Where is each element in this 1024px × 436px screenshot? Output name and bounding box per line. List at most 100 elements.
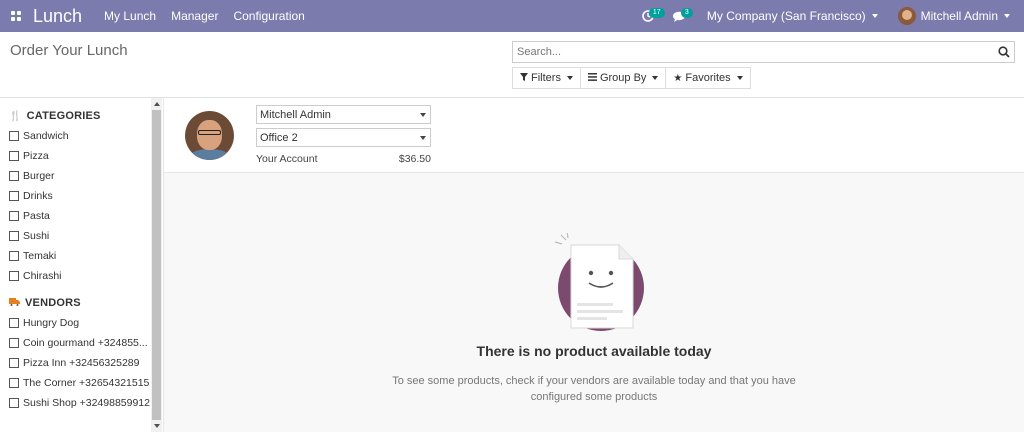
account-label: Your Account	[256, 153, 318, 165]
vendor-item-the-corner[interactable]: The Corner +32654321515	[0, 373, 163, 393]
filter-funnel-icon	[520, 72, 528, 84]
group-by-button[interactable]: Group By	[579, 67, 667, 89]
checkbox[interactable]	[9, 191, 19, 201]
chevron-down-icon	[420, 113, 426, 117]
top-navbar: Lunch My Lunch Manager Configuration 17 …	[0, 0, 1024, 32]
company-name: My Company (San Francisco)	[706, 9, 866, 23]
vendor-label: Coin gourmand +324855...	[23, 337, 148, 349]
empty-state-text: To see some products, check if your vend…	[392, 375, 796, 403]
vendor-label: Sushi Shop +32498859912	[23, 397, 150, 409]
vendor-item-hungry-dog[interactable]: Hungry Dog	[0, 313, 163, 333]
category-label: Drinks	[23, 190, 53, 202]
filters-label: Filters	[531, 72, 561, 84]
checkbox[interactable]	[9, 318, 19, 328]
checkbox[interactable]	[9, 271, 19, 281]
chevron-down-icon	[420, 136, 426, 140]
checkbox[interactable]	[9, 171, 19, 181]
checkbox[interactable]	[9, 231, 19, 241]
user-avatar	[897, 7, 916, 25]
main-content: Mitchell Admin Office 2 Your Account $36…	[163, 98, 1024, 432]
search-input[interactable]	[513, 46, 994, 58]
chevron-down-icon	[1004, 14, 1010, 18]
search-icon[interactable]	[994, 42, 1014, 62]
user-account-panel: Mitchell Admin Office 2 Your Account $36…	[164, 98, 1024, 173]
scrollbar-thumb[interactable]	[152, 110, 161, 420]
checkbox[interactable]	[9, 378, 19, 388]
group-by-label: Group By	[599, 72, 647, 84]
vendor-item-sushi-shop[interactable]: Sushi Shop +32498859912	[0, 393, 163, 413]
control-panel: Order Your Lunch Filters Group By ★ Favo…	[0, 32, 1024, 98]
search-box	[512, 41, 1015, 63]
activity-clock-icon[interactable]: 17	[637, 0, 665, 32]
category-label: Burger	[23, 170, 55, 182]
search-panel-sidebar: 🍴 CATEGORIES Sandwich Pizza Burger Drink…	[0, 98, 163, 432]
category-item-sushi[interactable]: Sushi	[0, 226, 163, 246]
vendor-label: The Corner +32654321515	[23, 377, 150, 389]
star-icon: ★	[673, 72, 683, 84]
checkbox[interactable]	[9, 211, 19, 221]
user-menu[interactable]: Mitchell Admin	[897, 7, 1010, 25]
activity-badge: 17	[648, 8, 665, 18]
sidebar-scrollbar[interactable]	[151, 98, 162, 432]
category-item-sandwich[interactable]: Sandwich	[0, 126, 163, 146]
category-label: Pizza	[23, 150, 49, 162]
checkbox[interactable]	[9, 251, 19, 261]
messages-chat-icon[interactable]: 3	[669, 0, 693, 32]
vendor-label: Hungry Dog	[23, 317, 80, 329]
chevron-down-icon	[652, 76, 659, 80]
category-item-burger[interactable]: Burger	[0, 166, 163, 186]
favorites-label: Favorites	[685, 72, 731, 84]
checkbox[interactable]	[9, 131, 19, 141]
chevron-down-icon	[871, 14, 878, 18]
menu-configuration[interactable]: Configuration	[233, 9, 304, 23]
user-name: Mitchell Admin	[920, 9, 998, 23]
empty-state-title: There is no product available today	[476, 343, 712, 359]
vendor-label: Pizza Inn +32456325289	[23, 357, 140, 369]
checkbox[interactable]	[9, 338, 19, 348]
favorites-button[interactable]: ★ Favorites	[665, 67, 751, 89]
vendor-item-pizza-inn[interactable]: Pizza Inn +32456325289	[0, 353, 163, 373]
location-select-value: Office 2	[260, 131, 298, 144]
empty-state: There is no product available today To s…	[164, 173, 1024, 432]
checkbox[interactable]	[9, 151, 19, 161]
app-brand[interactable]: Lunch	[33, 6, 82, 27]
list-bars-icon	[587, 72, 597, 84]
user-photo-avatar	[185, 111, 234, 160]
user-select[interactable]: Mitchell Admin	[256, 105, 431, 124]
category-label: Temaki	[23, 250, 57, 262]
messages-badge: 3	[680, 8, 693, 18]
categories-title: CATEGORIES	[26, 110, 101, 122]
category-item-temaki[interactable]: Temaki	[0, 246, 163, 266]
location-select[interactable]: Office 2	[256, 128, 431, 147]
scroll-down-icon[interactable]	[154, 424, 160, 428]
checkbox[interactable]	[9, 398, 19, 408]
apps-menu-icon[interactable]	[0, 0, 32, 32]
categories-header: 🍴 CATEGORIES	[0, 106, 163, 126]
filters-button[interactable]: Filters	[512, 67, 581, 89]
menu-manager[interactable]: Manager	[171, 9, 218, 23]
user-select-value: Mitchell Admin	[260, 108, 331, 121]
category-label: Pasta	[23, 210, 50, 222]
category-label: Chirashi	[23, 270, 62, 282]
page-title: Order Your Lunch	[10, 42, 128, 59]
account-balance-row: Your Account $36.50	[256, 153, 431, 165]
vendors-header: VENDORS	[0, 293, 163, 313]
chevron-down-icon	[736, 76, 743, 80]
cutlery-icon: 🍴	[9, 110, 22, 122]
category-label: Sandwich	[23, 130, 69, 142]
category-item-chirashi[interactable]: Chirashi	[0, 266, 163, 286]
category-item-pizza[interactable]: Pizza	[0, 146, 163, 166]
account-value: $36.50	[398, 153, 431, 165]
menu-my-lunch[interactable]: My Lunch	[104, 9, 156, 23]
vendor-item-coin-gourmand[interactable]: Coin gourmand +324855...	[0, 333, 163, 353]
category-label: Sushi	[23, 230, 50, 242]
company-switcher[interactable]: My Company (San Francisco)	[707, 9, 878, 23]
category-item-pasta[interactable]: Pasta	[0, 206, 163, 226]
chevron-down-icon	[566, 76, 573, 80]
smiling-document-illustration	[554, 233, 644, 331]
truck-icon	[9, 297, 20, 309]
checkbox[interactable]	[9, 358, 19, 368]
vendors-title: VENDORS	[25, 297, 81, 309]
scroll-up-icon[interactable]	[154, 102, 160, 106]
category-item-drinks[interactable]: Drinks	[0, 186, 163, 206]
